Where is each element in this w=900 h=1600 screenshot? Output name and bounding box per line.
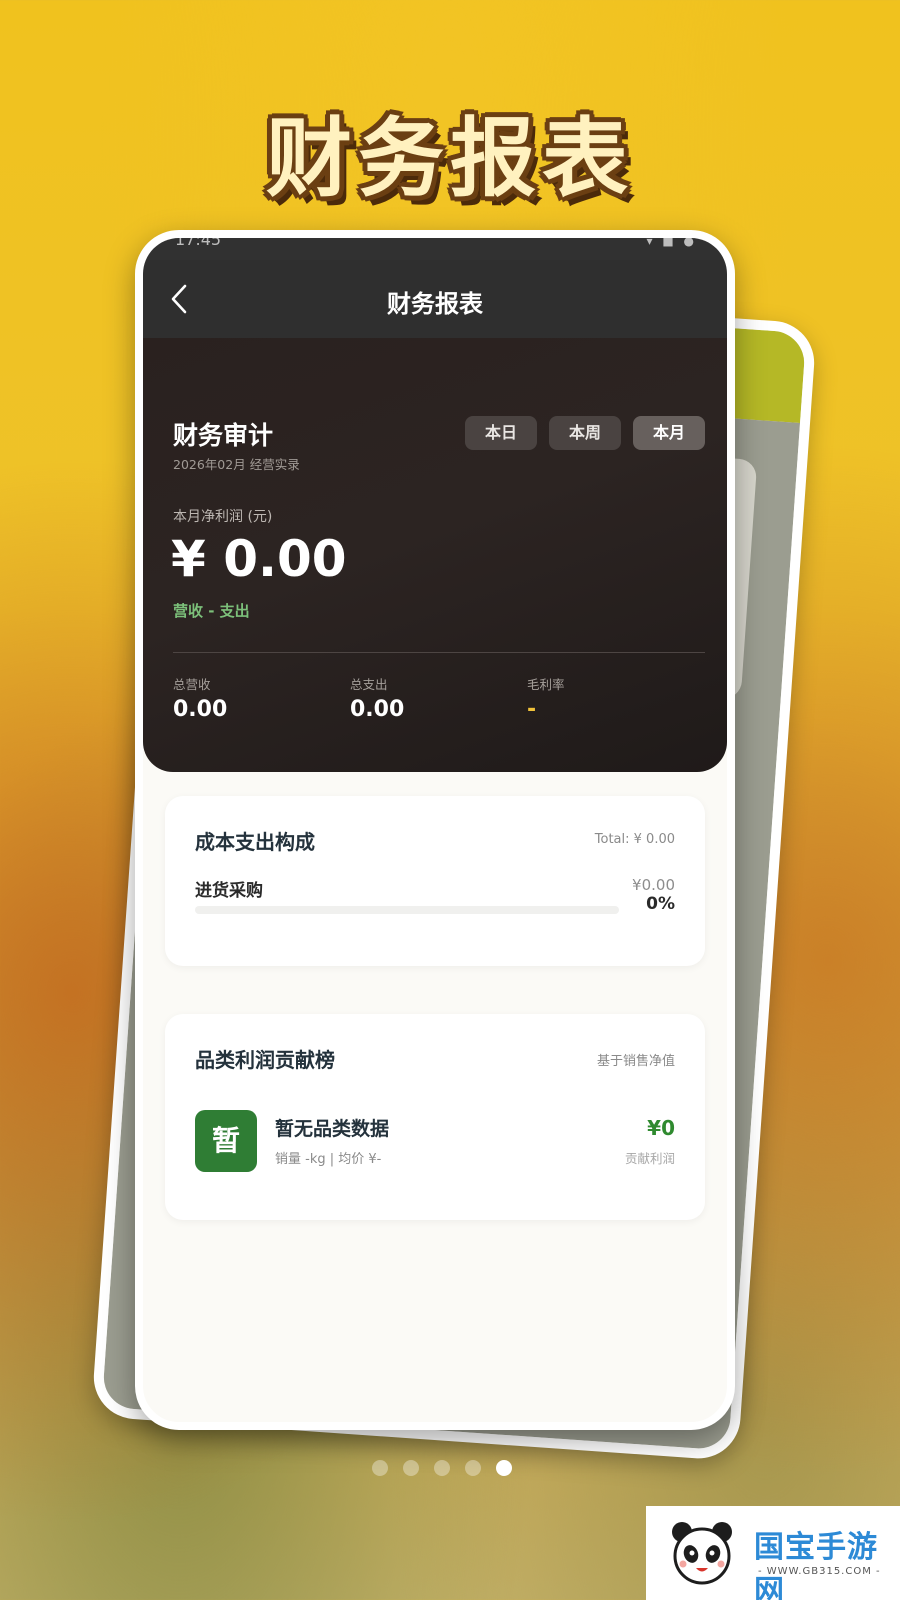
page-title: 财务报表 (387, 290, 483, 318)
audit-title: 财务审计 (173, 421, 274, 450)
pager-dot[interactable] (434, 1460, 450, 1476)
cost-progress-bar (195, 906, 619, 914)
net-profit-label: 本月净利润 (元) (173, 509, 273, 525)
banner-title: 财务报表 (266, 109, 634, 209)
cost-breakdown-card: 成本支出构成 Total: ¥ 0.00 进货采购 ¥0.00 0% (165, 796, 705, 966)
category-profit-label: 贡献利润 (624, 1151, 675, 1166)
watermark: 国宝手游网 - WWW.GB315.COM - (646, 1506, 900, 1600)
pager-dot[interactable] (403, 1460, 419, 1476)
pager-dot[interactable] (372, 1460, 388, 1476)
category-profit-card: 品类利润贡献榜 基于销售净值 暂 暂无品类数据 销量 -kg | 均价 ¥- ¥… (165, 1014, 705, 1220)
cost-item-percent: 0% (646, 894, 675, 914)
stat-label: 总营收 (173, 677, 211, 692)
audit-summary-panel: 财务审计 2026年02月 经营实录 本日 本周 本月 本月净利润 (元) ¥ … (143, 338, 727, 772)
divider (173, 652, 705, 653)
panda-logo-icon (672, 1522, 732, 1585)
category-name: 暂无品类数据 (275, 1118, 390, 1140)
stat-value: - (527, 697, 537, 722)
tab-month[interactable]: 本月 (633, 416, 705, 450)
period-tabs: 本日 本周 本月 (465, 416, 705, 450)
cost-item-amount: ¥0.00 (632, 876, 675, 894)
cost-item-label: 进货采购 (195, 881, 263, 901)
pager-dot-active[interactable] (496, 1460, 512, 1476)
tab-day[interactable]: 本日 (465, 416, 537, 450)
stat-label: 毛利率 (527, 677, 565, 692)
stat-total-expense: 总支出 0.00 (350, 674, 404, 722)
net-profit-value: ¥ 0.00 (171, 530, 347, 588)
watermark-logo-text: 国宝手游网 (754, 1530, 878, 1600)
stat-label: 总支出 (350, 677, 388, 692)
category-card-title: 品类利润贡献榜 (195, 1048, 335, 1072)
status-icons: ▾ ■ ● (646, 234, 697, 248)
watermark-url: - WWW.GB315.COM - (758, 1566, 881, 1577)
page-indicator (372, 1460, 512, 1476)
category-desc: 销量 -kg | 均价 ¥- (275, 1152, 382, 1167)
tab-week[interactable]: 本周 (549, 416, 621, 450)
audit-subtitle: 2026年02月 经营实录 (173, 457, 300, 472)
status-bar: 17:45 ▾ ■ ● (143, 238, 727, 260)
stat-value: 0.00 (350, 697, 405, 722)
cost-total: Total: ¥ 0.00 (594, 832, 675, 847)
stat-total-revenue: 总营收 0.00 (173, 674, 227, 722)
category-icon: 暂 (195, 1110, 257, 1172)
phone-mockup: 17:45 ▾ ■ ● 财务报表 财务审计 2026年02月 经营实录 本日 本… (135, 230, 735, 1430)
category-card-meta: 基于销售净值 (596, 1054, 675, 1069)
pager-dot[interactable] (465, 1460, 481, 1476)
navbar: 财务报表 (143, 260, 727, 338)
stat-gross-margin: 毛利率 - (527, 674, 565, 722)
cost-card-title: 成本支出构成 (195, 830, 315, 854)
profit-formula: 营收 - 支出 (173, 602, 250, 620)
stat-value: 0.00 (173, 697, 228, 722)
category-profit: ¥0 (647, 1116, 675, 1140)
status-time: 17:45 (175, 230, 222, 249)
